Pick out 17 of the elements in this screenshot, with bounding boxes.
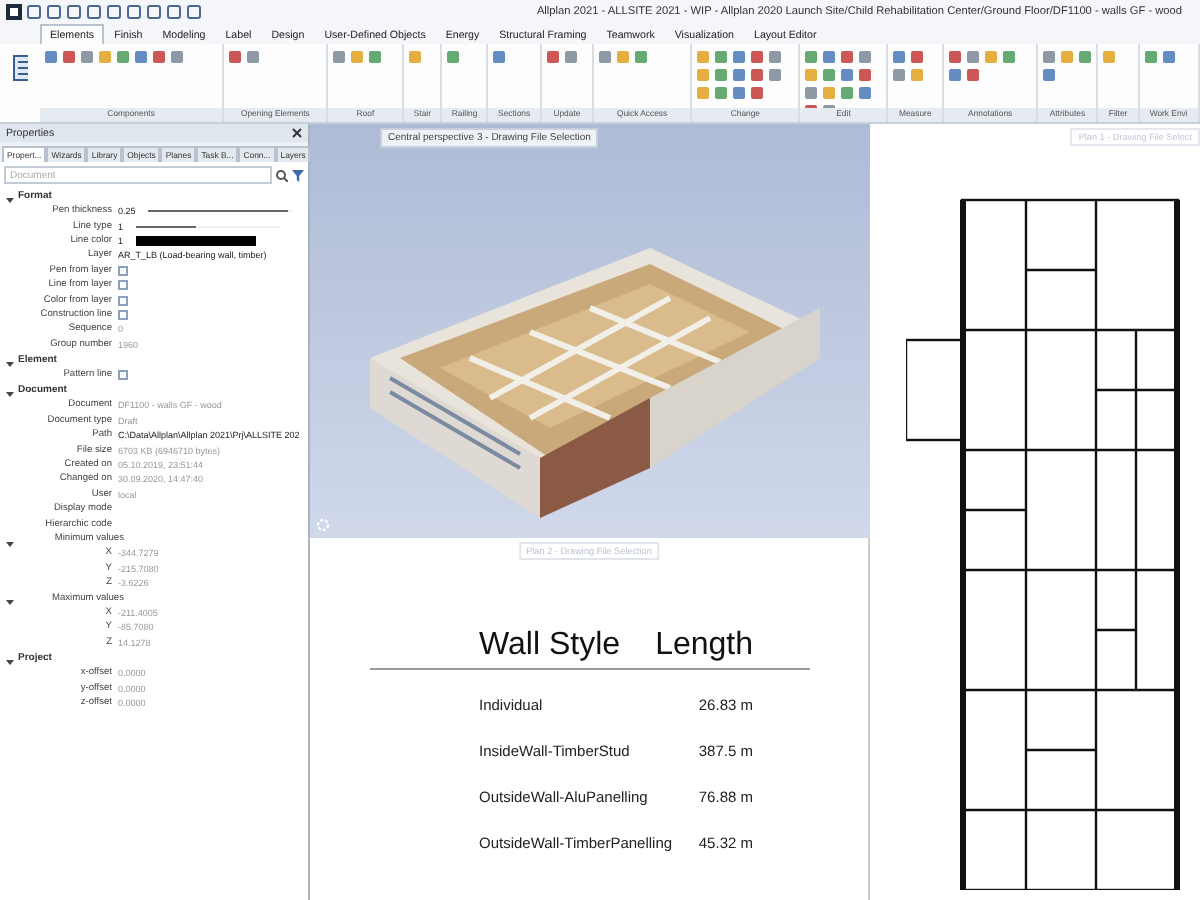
checkbox[interactable] (118, 265, 128, 276)
collapse-icon[interactable] (6, 359, 14, 368)
color-swatch[interactable] (135, 235, 256, 246)
close-icon[interactable] (292, 128, 302, 138)
checkbox[interactable] (118, 309, 128, 320)
column-header: Length (655, 628, 753, 664)
collapse-icon[interactable] (6, 390, 14, 399)
collapse-icon[interactable] (6, 657, 14, 666)
checkbox[interactable] (118, 295, 128, 306)
checkbox[interactable] (118, 280, 128, 291)
checkbox[interactable] (118, 370, 128, 381)
filter-icon[interactable] (292, 169, 304, 181)
search-icon[interactable] (276, 169, 288, 181)
column-header: Wall Style (479, 628, 621, 664)
collapse-icon[interactable] (6, 598, 14, 607)
collapse-icon[interactable] (6, 196, 14, 204)
collapse-icon[interactable] (6, 539, 14, 548)
